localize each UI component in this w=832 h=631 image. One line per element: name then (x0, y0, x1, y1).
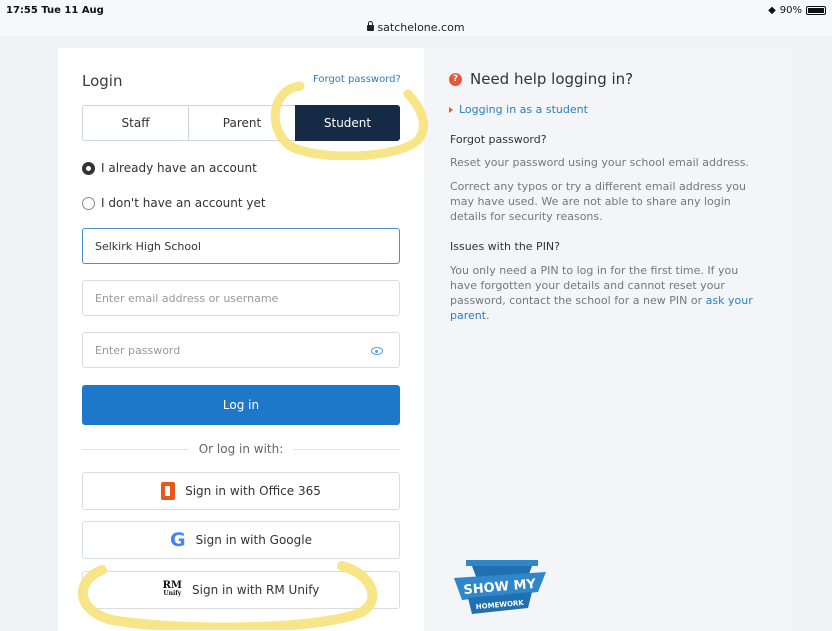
tab-student[interactable]: Student (295, 105, 400, 141)
battery-icon (806, 6, 826, 15)
sign-in-office365-button[interactable]: Sign in with Office 365 (82, 472, 400, 510)
show-my-homework-logo: SHOW MY HOMEWORK (454, 560, 546, 614)
pin-text-end: . (486, 309, 490, 322)
battery-indicator: ◆ 90% (768, 5, 826, 16)
forgot-password-link[interactable]: Forgot password? (313, 74, 401, 85)
or-divider: Or log in with: (82, 442, 400, 456)
pin-text-body: You only need a PIN to log in for the fi… (450, 264, 739, 307)
radio-have-account[interactable]: I already have an account (82, 161, 257, 175)
login-title: Login (82, 72, 123, 90)
divider-line-left (82, 448, 189, 450)
sign-in-rm-unify-button[interactable]: RM Unify Sign in with RM Unify (82, 571, 400, 609)
logging-in-as-student-label: Logging in as a student (459, 103, 588, 116)
radio-selected-icon[interactable] (82, 161, 95, 175)
logging-in-as-student-link[interactable]: Logging in as a student (449, 103, 588, 116)
tab-parent[interactable]: Parent (188, 105, 296, 141)
pin-text: You only need a PIN to log in for the fi… (450, 263, 768, 323)
sign-in-rm-unify-label: Sign in with RM Unify (192, 583, 320, 597)
sign-in-office365-label: Sign in with Office 365 (185, 484, 321, 498)
school-field[interactable]: Selkirk High School (82, 228, 400, 264)
divider-line-right (293, 448, 400, 450)
radio-no-account-label: I don't have an account yet (101, 196, 266, 210)
rm-unify-icon: RM Unify (162, 580, 183, 598)
status-bar: 17:55 Tue 11 Aug satchelone.com ◆ 90% (0, 0, 832, 36)
radio-have-account-label: I already have an account (101, 161, 257, 175)
radio-no-account[interactable]: I don't have an account yet (82, 196, 266, 210)
forgot-password-p1: Reset your password using your school em… (450, 156, 749, 169)
status-time: 17:55 Tue 11 Aug (6, 5, 104, 16)
address-bar[interactable]: satchelone.com (0, 21, 832, 34)
password-placeholder: Enter password (95, 343, 181, 357)
forgot-password-p2: Correct any typos or try a different ema… (450, 180, 746, 223)
forgot-password-heading: Forgot password? (450, 133, 547, 146)
lock-icon (367, 21, 375, 31)
sign-in-google-button[interactable]: G Sign in with Google (82, 521, 400, 559)
caret-right-icon (449, 106, 453, 113)
radio-unselected-icon[interactable] (82, 196, 95, 210)
or-text: Or log in with: (198, 442, 284, 456)
question-icon: ? (449, 72, 462, 86)
office365-icon (161, 482, 176, 500)
url-text: satchelone.com (377, 21, 465, 34)
help-title-text: Need help logging in? (470, 70, 634, 88)
tab-staff[interactable]: Staff (82, 105, 189, 141)
wifi-icon: ◆ (768, 5, 776, 16)
login-button[interactable]: Log in (82, 385, 400, 425)
pin-heading: Issues with the PIN? (450, 240, 560, 253)
battery-percent: 90% (779, 5, 802, 16)
sign-in-google-label: Sign in with Google (195, 533, 312, 547)
show-password-eye-icon[interactable] (371, 347, 383, 355)
email-field[interactable]: Enter email address or username (82, 280, 400, 316)
password-field[interactable]: Enter password (82, 332, 400, 368)
google-icon: G (170, 528, 186, 551)
help-title: ? Need help logging in? (449, 70, 633, 88)
